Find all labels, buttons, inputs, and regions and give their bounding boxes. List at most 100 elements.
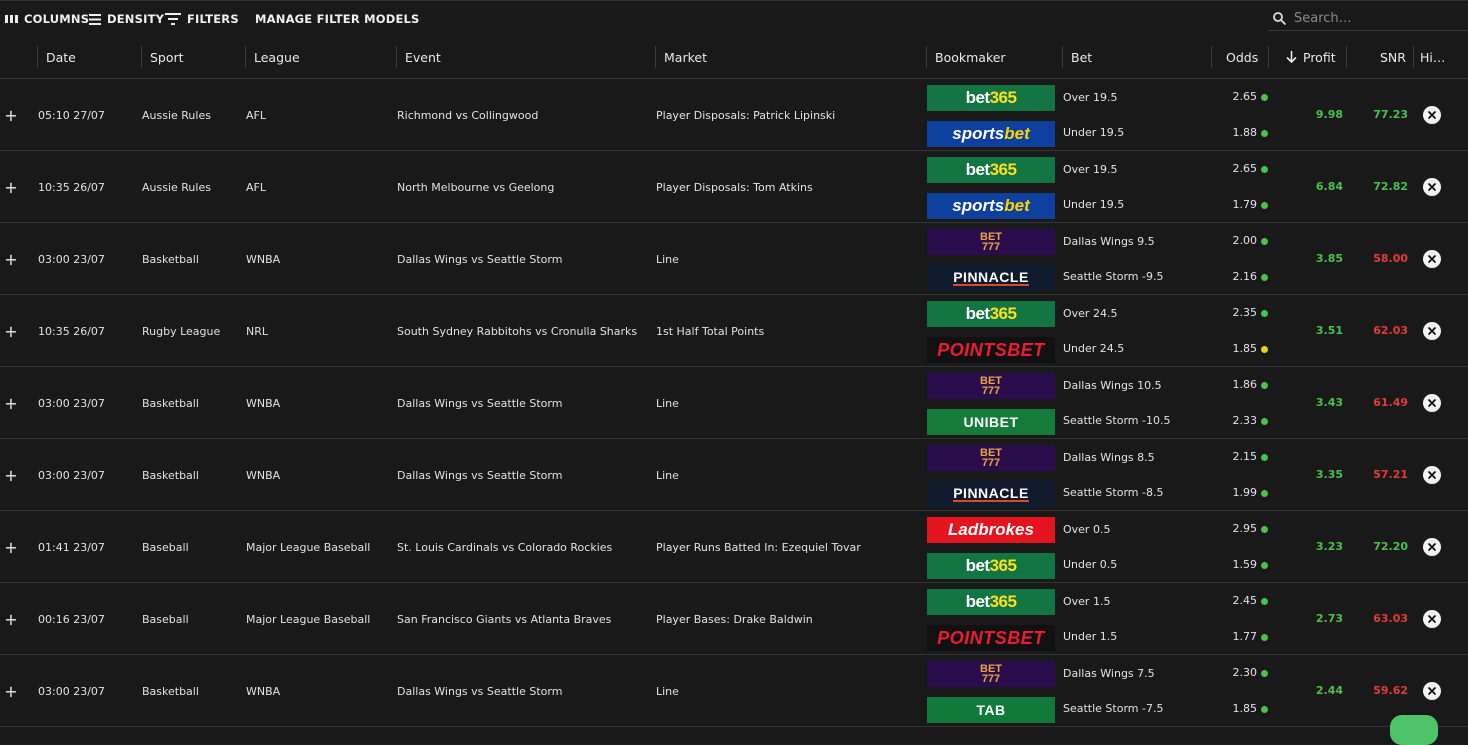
table-row[interactable]: +03:00 23/07 Basketball WNBA Dallas Wings v…	[0, 223, 1468, 295]
header-hide[interactable]: Hi…	[1420, 36, 1445, 78]
cell-event: Dallas Wings vs Seattle Storm	[397, 396, 563, 410]
header-market[interactable]: Market	[664, 36, 707, 78]
plus-icon: +	[4, 681, 18, 701]
search-box	[1268, 6, 1468, 31]
table-row[interactable]: +03:00 23/07 Basketball WNBA Dallas Wings v…	[0, 655, 1468, 727]
bookmaker-logo-sportsbet[interactable]: sports bet	[927, 193, 1055, 219]
cell-bet: Under 1.5	[1063, 630, 1118, 643]
column-separator[interactable]	[1062, 46, 1063, 68]
header-event[interactable]: Event	[405, 36, 441, 78]
bookmaker-logo-pointsbet[interactable]: POINTSBET	[927, 337, 1055, 363]
table-row[interactable]: +03:00 23/07 Basketball WNBA Dallas Wings v…	[0, 439, 1468, 511]
header-bookmaker[interactable]: Bookmaker	[935, 36, 1006, 78]
bookmaker-logo-bet365[interactable]: bet 365	[927, 85, 1055, 111]
table-row[interactable]: +00:16 23/07 Baseball Major League Basebal…	[0, 583, 1468, 655]
bookmaker-logo-tab[interactable]: TAB	[927, 697, 1055, 723]
column-separator[interactable]	[1268, 46, 1269, 68]
unibet-logo-text: UNIBET	[963, 414, 1019, 430]
column-separator[interactable]	[1413, 46, 1414, 68]
bet365-logo-text: bet	[965, 160, 991, 179]
expand-row-button[interactable]: +	[4, 79, 18, 151]
density-button[interactable]: DENSITY	[89, 11, 164, 27]
cell-bet: Dallas Wings 7.5	[1063, 667, 1155, 680]
cell-sport: Aussie Rules	[142, 180, 211, 194]
columns-button[interactable]: COLUMNS	[5, 11, 89, 27]
expand-row-button[interactable]: +	[4, 151, 18, 223]
column-separator[interactable]	[655, 46, 656, 68]
hide-row-button[interactable]	[1423, 394, 1441, 412]
expand-row-button[interactable]: +	[4, 439, 18, 511]
header-snr[interactable]: SNR	[1380, 36, 1406, 78]
odds-status-dot	[1261, 454, 1268, 461]
floating-action-button[interactable]	[1390, 715, 1438, 745]
filters-label: FILTERS	[187, 12, 239, 26]
close-icon	[1428, 471, 1436, 479]
column-separator[interactable]	[1211, 46, 1212, 68]
bookmaker-logo-ladbrokes[interactable]: Ladbrokes	[927, 517, 1055, 543]
expand-row-button[interactable]: +	[4, 583, 18, 655]
hide-row-button[interactable]	[1423, 106, 1441, 124]
column-separator[interactable]	[141, 46, 142, 68]
bookmaker-logo-bet365[interactable]: bet 365	[927, 589, 1055, 615]
header-date[interactable]: Date	[46, 36, 76, 78]
bookmaker-logo-bet777[interactable]: BET 777	[927, 661, 1055, 687]
bookmaker-logo-bet365[interactable]: bet 365	[927, 553, 1055, 579]
hide-row-button[interactable]	[1423, 466, 1441, 484]
cell-snr: 58.00	[1373, 252, 1408, 265]
plus-icon: +	[4, 105, 18, 125]
bookmaker-logo-bet777[interactable]: BET 777	[927, 229, 1055, 255]
cell-league: Major League Baseball	[246, 612, 371, 626]
table-row[interactable]: +10:35 26/07 Rugby League NRL South Sydney …	[0, 295, 1468, 367]
cell-odds: 1.88	[1232, 126, 1258, 139]
cell-market: Line	[656, 396, 679, 410]
header-profit[interactable]: Profit	[1286, 36, 1336, 78]
header-bet[interactable]: Bet	[1071, 36, 1092, 78]
column-separator[interactable]	[396, 46, 397, 68]
column-separator[interactable]	[926, 46, 927, 68]
cell-profit: 3.23	[1315, 540, 1343, 553]
hide-row-button[interactable]	[1423, 250, 1441, 268]
header-odds[interactable]: Odds	[1226, 36, 1258, 78]
odds-status-dot	[1261, 202, 1268, 209]
cell-bet: Dallas Wings 8.5	[1063, 451, 1155, 464]
bookmaker-logo-sportsbet[interactable]: sports bet	[927, 121, 1055, 147]
bookmaker-logo-bet365[interactable]: bet 365	[927, 301, 1055, 327]
header-league[interactable]: League	[254, 36, 300, 78]
hide-row-button[interactable]	[1423, 178, 1441, 196]
search-input[interactable]	[1292, 9, 1456, 27]
expand-row-button[interactable]: +	[4, 367, 18, 439]
bookmaker-logo-pinnacle[interactable]: PINNACLE	[927, 265, 1055, 291]
columns-label: COLUMNS	[24, 12, 90, 26]
bookmaker-logo-bet777[interactable]: BET 777	[927, 373, 1055, 399]
hide-row-button[interactable]	[1423, 682, 1441, 700]
column-separator[interactable]	[1346, 46, 1347, 68]
header-sport[interactable]: Sport	[150, 36, 184, 78]
cell-odds: 2.35	[1232, 306, 1258, 319]
hide-row-button[interactable]	[1423, 538, 1441, 556]
expand-row-button[interactable]: +	[4, 655, 18, 727]
bookmaker-logo-unibet[interactable]: UNIBET	[927, 409, 1055, 435]
expand-row-button[interactable]: +	[4, 223, 18, 295]
column-separator[interactable]	[245, 46, 246, 68]
hide-row-button[interactable]	[1423, 322, 1441, 340]
filters-button[interactable]: FILTERS	[165, 11, 239, 27]
odds-status-dot	[1261, 598, 1268, 605]
bookmaker-logo-pointsbet[interactable]: POINTSBET	[927, 625, 1055, 651]
table-row[interactable]: +03:00 23/07 Basketball WNBA Dallas Wings v…	[0, 367, 1468, 439]
cell-snr: 77.23	[1373, 108, 1408, 121]
cell-odds: 1.85	[1232, 342, 1258, 355]
table-row[interactable]: +05:10 27/07 Aussie Rules AFL Richmond vs C…	[0, 79, 1468, 151]
table-row[interactable]: +10:35 26/07 Aussie Rules AFL North Melbour…	[0, 151, 1468, 223]
column-separator[interactable]	[37, 46, 38, 68]
table-row[interactable]: +01:41 23/07 Baseball Major League Basebal…	[0, 511, 1468, 583]
cell-bet: Over 1.5	[1063, 595, 1111, 608]
bookmaker-logo-bet777[interactable]: BET 777	[927, 445, 1055, 471]
pinnacle-logo-text: PINNACLE	[953, 485, 1029, 502]
expand-row-button[interactable]: +	[4, 295, 18, 367]
bookmaker-logo-bet365[interactable]: bet 365	[927, 157, 1055, 183]
expand-row-button[interactable]: +	[4, 511, 18, 583]
hide-row-button[interactable]	[1423, 610, 1441, 628]
bookmaker-logo-pinnacle[interactable]: PINNACLE	[927, 481, 1055, 507]
cell-bet: Over 0.5	[1063, 523, 1111, 536]
manage-filter-models-button[interactable]: MANAGE FILTER MODELS	[255, 11, 420, 27]
